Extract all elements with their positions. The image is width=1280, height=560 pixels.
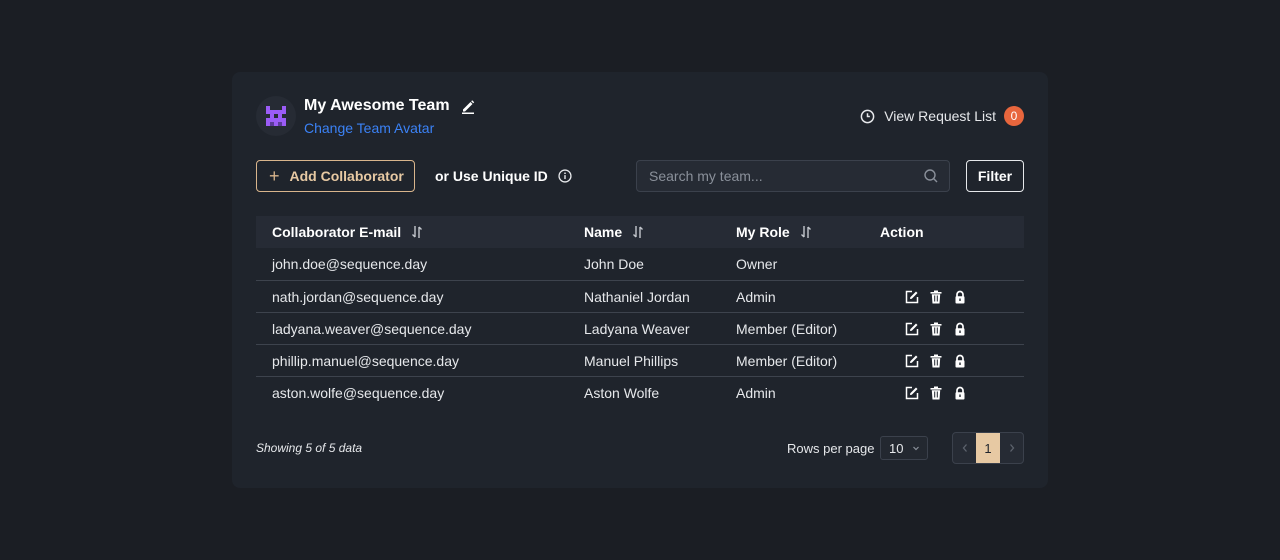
table-body: john.doe@sequence.day John Doe Owner nath.j… — [256, 248, 1024, 408]
cell-email: phillip.manuel@sequence.day — [272, 352, 459, 369]
table-row: aston.wolfe@sequence.day Aston Wolfe Admin — [256, 376, 1024, 408]
search-input[interactable] — [637, 168, 923, 184]
add-collaborator-label: Add Collaborator — [289, 168, 404, 184]
rows-per-page-value: 10 — [889, 440, 904, 456]
sort-icon[interactable] — [800, 225, 812, 239]
chevron-left-icon — [962, 444, 967, 452]
search-icon[interactable] — [923, 168, 939, 184]
column-header-email[interactable]: Collaborator E-mail — [256, 224, 584, 240]
pagination: 1 — [952, 432, 1024, 464]
clock-icon — [860, 109, 875, 124]
rows-per-page-label: Rows per page — [787, 441, 875, 456]
cell-name: John Doe — [584, 256, 644, 272]
team-avatar[interactable] — [256, 96, 296, 136]
request-count-badge: 0 — [1004, 106, 1024, 126]
sort-icon[interactable] — [632, 225, 644, 239]
lock-icon[interactable] — [953, 386, 967, 400]
unique-id-option[interactable]: or Use Unique ID — [435, 168, 572, 184]
table-header: Collaborator E-mail Name My Role Action — [256, 216, 1024, 248]
view-request-list-button[interactable]: View Request List 0 — [860, 106, 1024, 126]
column-header-action: Action — [880, 224, 924, 240]
plus-icon: + — [269, 166, 280, 186]
cell-actions — [880, 322, 1024, 336]
lock-icon[interactable] — [953, 322, 967, 336]
sort-icon[interactable] — [411, 225, 423, 239]
trash-icon[interactable] — [929, 354, 943, 368]
cell-actions — [880, 386, 1024, 400]
edit-icon[interactable] — [905, 386, 919, 400]
lock-icon[interactable] — [953, 290, 967, 304]
cell-name: Manuel Phillips — [584, 352, 679, 369]
chevron-right-icon — [1009, 444, 1014, 452]
cell-actions — [880, 354, 1024, 368]
cell-email: john.doe@sequence.day — [272, 256, 428, 272]
chevron-down-icon — [912, 444, 920, 452]
filter-button[interactable]: Filter — [966, 160, 1024, 192]
table-row: john.doe@sequence.day John Doe Owner — [256, 248, 1024, 280]
showing-count: Showing 5 of 5 data — [256, 441, 363, 455]
pixel-mascot-icon — [266, 106, 286, 126]
edit-icon[interactable] — [905, 322, 919, 336]
table-row: phillip.manuel@sequence.day Manuel Philli… — [256, 344, 1024, 376]
cell-email: aston.wolfe@sequence.day — [272, 384, 445, 401]
pencil-icon[interactable] — [460, 98, 476, 114]
unique-id-label: or Use Unique ID — [435, 168, 548, 184]
next-page-button[interactable] — [1000, 433, 1023, 463]
rows-per-page-select[interactable]: 10 — [880, 436, 928, 460]
cell-email: ladyana.weaver@sequence.day — [272, 320, 472, 337]
column-header-role[interactable]: My Role — [736, 224, 880, 240]
lock-icon[interactable] — [953, 354, 967, 368]
trash-icon[interactable] — [929, 290, 943, 304]
prev-page-button[interactable] — [953, 433, 976, 463]
cell-name: Aston Wolfe — [584, 384, 660, 401]
team-name: My Awesome Team — [304, 97, 450, 114]
cell-role: Member (Editor) — [736, 352, 838, 369]
cell-name: Ladyana Weaver — [584, 320, 690, 337]
change-avatar-link[interactable]: Change Team Avatar — [304, 120, 434, 136]
info-icon[interactable] — [558, 169, 572, 183]
team-card: My Awesome Team Change Team Avatar View … — [232, 72, 1048, 488]
collaborators-table: Collaborator E-mail Name My Role Action — [256, 216, 1024, 408]
trash-icon[interactable] — [929, 322, 943, 336]
column-header-name[interactable]: Name — [584, 224, 736, 240]
table-row: ladyana.weaver@sequence.day Ladyana Weave… — [256, 312, 1024, 344]
cell-role: Admin — [736, 288, 776, 305]
request-list-label: View Request List — [884, 108, 996, 124]
page-button-current[interactable]: 1 — [976, 433, 1000, 463]
cell-role: Admin — [736, 384, 776, 401]
cell-name: Nathaniel Jordan — [584, 288, 690, 305]
add-collaborator-button[interactable]: + Add Collaborator — [256, 160, 415, 192]
cell-email: nath.jordan@sequence.day — [272, 288, 444, 305]
edit-icon[interactable] — [905, 290, 919, 304]
team-title: My Awesome Team — [304, 97, 476, 115]
table-row: nath.jordan@sequence.day Nathaniel Jordan… — [256, 280, 1024, 312]
cell-role: Member (Editor) — [736, 320, 838, 337]
trash-icon[interactable] — [929, 386, 943, 400]
edit-icon[interactable] — [905, 354, 919, 368]
cell-role: Owner — [736, 256, 778, 272]
cell-actions — [880, 290, 1024, 304]
search-box[interactable] — [636, 160, 950, 192]
